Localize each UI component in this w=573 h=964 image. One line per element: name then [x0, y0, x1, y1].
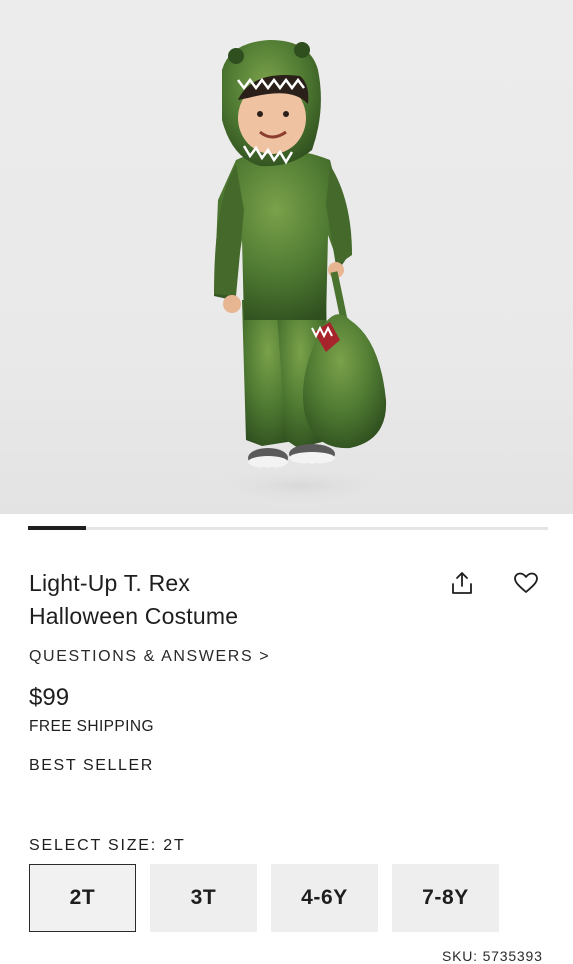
size-options: 2T 3T 4-6Y 7-8Y [29, 864, 499, 932]
questions-answers-link[interactable]: QUESTIONS & ANSWERS > [29, 648, 270, 666]
product-photo-illustration [190, 40, 410, 508]
heart-icon [514, 572, 538, 593]
select-size-label: SELECT SIZE: 2T [29, 837, 186, 854]
size-option-4-6y[interactable]: 4-6Y [271, 864, 378, 932]
shipping-info: FREE SHIPPING [29, 718, 154, 735]
carousel-progress[interactable] [28, 526, 548, 530]
product-price: $99 [29, 684, 70, 711]
product-title: Light-Up T. Rex Halloween Costume [29, 567, 409, 633]
size-option-3t[interactable]: 3T [150, 864, 257, 932]
product-title-line1: Light-Up T. Rex [29, 570, 191, 596]
product-sku: SKU: 5735393 [442, 948, 543, 964]
best-seller-badge: BEST SELLER [29, 757, 154, 774]
carousel-progress-indicator [28, 526, 86, 530]
size-option-2t[interactable]: 2T [29, 864, 136, 932]
product-image[interactable] [0, 0, 573, 514]
favorite-button[interactable] [509, 566, 543, 600]
share-button[interactable] [445, 566, 479, 600]
product-title-line2: Halloween Costume [29, 603, 239, 629]
share-icon [452, 572, 472, 594]
size-option-7-8y[interactable]: 7-8Y [392, 864, 499, 932]
